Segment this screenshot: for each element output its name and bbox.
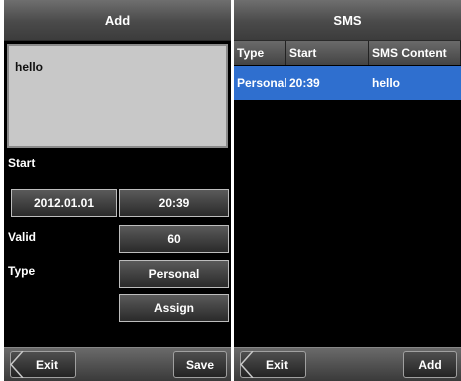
cell-content: hello [372, 76, 401, 90]
page-title: SMS [333, 12, 362, 28]
message-input[interactable]: hello [7, 44, 228, 148]
exit-button-label: Exit [35, 357, 58, 372]
valid-field[interactable]: 60 [119, 225, 229, 253]
cell-type: Personal [237, 76, 286, 90]
type-label: Type [8, 264, 36, 278]
save-button[interactable]: Save [173, 351, 227, 378]
column-header-content[interactable]: SMS Content [369, 41, 461, 65]
message-text: hello [15, 60, 44, 74]
sms-title-bar: SMS [234, 0, 461, 41]
add-button[interactable]: Add [403, 351, 457, 378]
save-button-label: Save [185, 357, 215, 372]
exit-button[interactable]: Exit [240, 351, 306, 378]
chevron-left-icon [240, 351, 254, 378]
start-label: Start [8, 156, 36, 170]
start-time-field[interactable]: 20:39 [119, 189, 229, 217]
sms-bottom-bar: Exit Add [234, 347, 461, 381]
table-row[interactable]: Personal 20:39 hello [234, 66, 461, 100]
start-date-field[interactable]: 2012.01.01 [11, 189, 117, 217]
column-header-type[interactable]: Type [234, 41, 286, 65]
valid-label: Valid [8, 230, 37, 244]
column-header-start[interactable]: Start [286, 41, 369, 65]
chevron-left-icon [10, 351, 24, 378]
add-title-bar: Add [4, 0, 231, 41]
exit-button[interactable]: Exit [10, 351, 76, 378]
add-button-label: Add [418, 357, 442, 372]
add-bottom-bar: Exit Save [4, 347, 231, 381]
type-select[interactable]: Personal [119, 260, 229, 288]
exit-button-label: Exit [265, 357, 288, 372]
cell-start: 20:39 [289, 76, 320, 90]
table-header: Type Start SMS Content [234, 41, 461, 65]
sms-list-screen: SMS Type Start SMS Content Personal 20:3… [234, 0, 461, 381]
page-title: Add [104, 12, 131, 28]
add-sms-screen: Add hello Start 2012.01.01 20:39 Valid 6… [4, 0, 231, 381]
assign-button[interactable]: Assign [119, 294, 229, 322]
